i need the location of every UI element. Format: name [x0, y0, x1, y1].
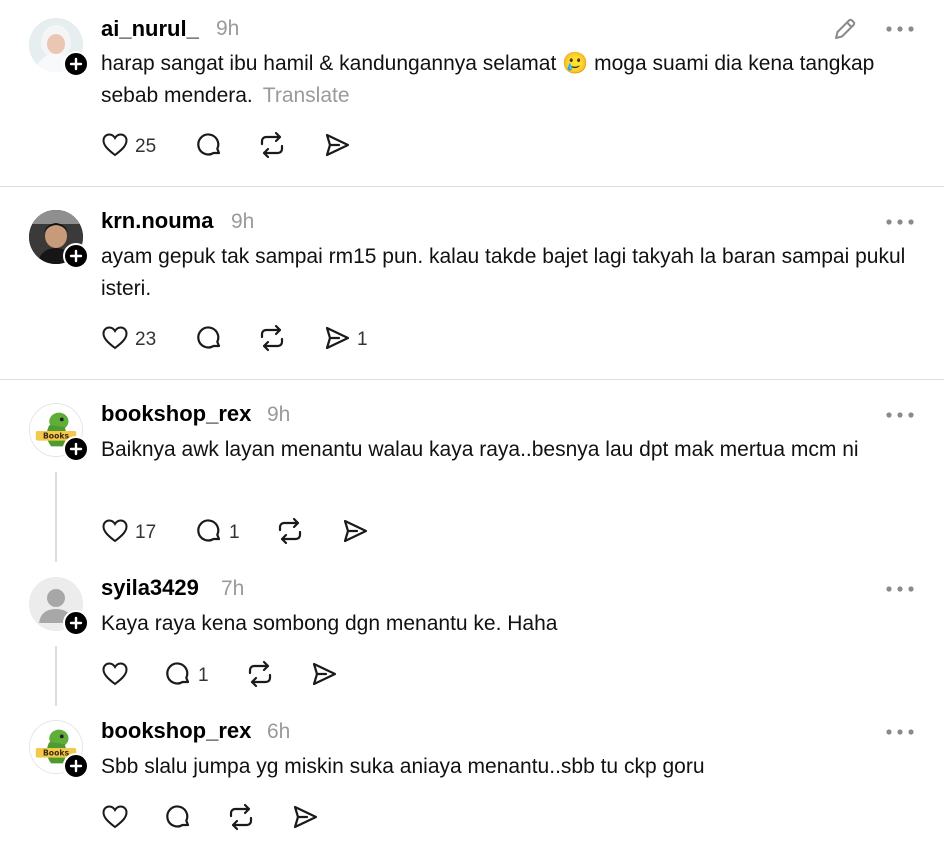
reply-button[interactable]: [195, 324, 229, 356]
comment-icon: [195, 131, 223, 164]
comment-icon: [195, 324, 223, 357]
like-button[interactable]: 17: [101, 517, 156, 549]
like-count: 17: [135, 522, 157, 543]
heart-icon: [101, 131, 129, 164]
comment-icon: [195, 517, 223, 550]
repost-button[interactable]: [246, 660, 280, 692]
share-button[interactable]: [323, 131, 357, 163]
like-count: 23: [135, 329, 157, 350]
repost-button[interactable]: [258, 324, 292, 356]
follow-plus-icon[interactable]: [63, 610, 89, 636]
heart-icon: [101, 517, 129, 550]
post-time: 9h: [267, 403, 291, 426]
like-count: 25: [135, 136, 157, 157]
post-time: 9h: [231, 210, 255, 233]
repost-button[interactable]: [276, 517, 310, 549]
follow-plus-icon[interactable]: [63, 243, 89, 269]
post-text: Baiknya awk layan menantu walau kaya ray…: [101, 438, 859, 461]
more-dots-icon[interactable]: [884, 725, 916, 739]
repost-icon: [227, 803, 255, 836]
reply-count: 1: [229, 522, 240, 543]
repost-icon: [258, 324, 286, 357]
reply-button[interactable]: 1: [164, 660, 209, 692]
heart-icon: [101, 803, 129, 836]
divider: [0, 379, 944, 380]
comment-icon: [164, 803, 192, 836]
pencil-icon[interactable]: [832, 16, 858, 42]
divider: [0, 186, 944, 187]
send-icon: [341, 517, 369, 550]
username[interactable]: syila3429: [101, 575, 199, 601]
comment-icon: [164, 660, 192, 693]
share-button[interactable]: 1: [323, 324, 368, 356]
post-time: 9h: [216, 17, 240, 40]
repost-icon: [276, 517, 304, 550]
username[interactable]: bookshop_rex: [101, 718, 251, 744]
post-text-content: harap sangat ibu hamil & kandungannya se…: [101, 52, 875, 107]
post-text: ayam gepuk tak sampai rm15 pun. kalau ta…: [101, 245, 906, 300]
share-count: 1: [357, 329, 368, 350]
like-button[interactable]: 23: [101, 324, 156, 356]
more-dots-icon[interactable]: [884, 215, 916, 229]
like-button[interactable]: 25: [101, 131, 156, 163]
repost-icon: [258, 131, 286, 164]
translate-link[interactable]: Translate: [263, 84, 350, 107]
username[interactable]: ai_nurul_: [101, 16, 199, 42]
repost-button[interactable]: [258, 131, 292, 163]
like-button[interactable]: [101, 660, 135, 692]
follow-plus-icon[interactable]: [63, 753, 89, 779]
reply-button[interactable]: 1: [195, 517, 240, 549]
repost-button[interactable]: [227, 803, 261, 835]
share-button[interactable]: [291, 803, 325, 835]
send-icon: [291, 803, 319, 836]
repost-icon: [246, 660, 274, 693]
more-dots-icon[interactable]: [884, 582, 916, 596]
heart-icon: [101, 660, 129, 693]
more-dots-icon[interactable]: [884, 408, 916, 422]
share-button[interactable]: [310, 660, 344, 692]
like-button[interactable]: [101, 803, 135, 835]
heart-icon: [101, 324, 129, 357]
share-button[interactable]: [341, 517, 375, 549]
post-text: Kaya raya kena sombong dgn menantu ke. H…: [101, 612, 558, 635]
thread-line: [55, 472, 57, 562]
more-dots-icon[interactable]: [884, 22, 916, 36]
post-text: harap sangat ibu hamil & kandungannya se…: [101, 48, 921, 112]
post-time: 6h: [267, 720, 291, 743]
username[interactable]: bookshop_rex: [101, 401, 251, 427]
reply-count: 1: [198, 665, 209, 686]
follow-plus-icon[interactable]: [63, 436, 89, 462]
reply-button[interactable]: [195, 131, 229, 163]
post-text: Sbb slalu jumpa yg miskin suka aniaya me…: [101, 755, 705, 778]
follow-plus-icon[interactable]: [63, 51, 89, 77]
username[interactable]: krn.nouma: [101, 208, 213, 234]
send-icon: [323, 324, 351, 357]
thread-line: [55, 646, 57, 706]
send-icon: [310, 660, 338, 693]
reply-button[interactable]: [164, 803, 198, 835]
send-icon: [323, 131, 351, 164]
post-time: 7h: [221, 577, 245, 600]
